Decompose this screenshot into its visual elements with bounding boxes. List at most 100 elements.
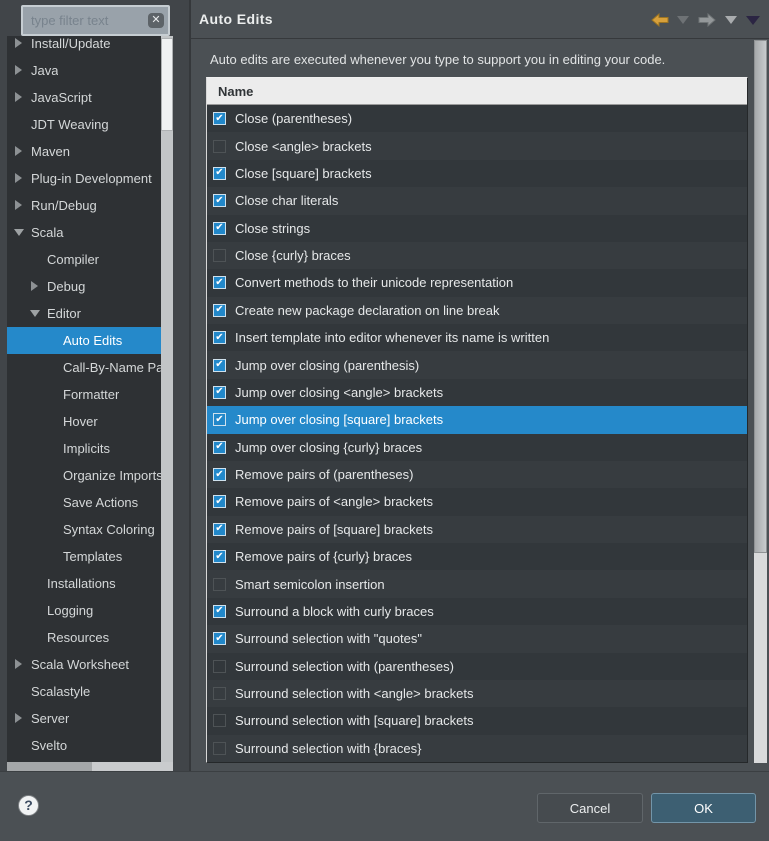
sidebar-item-organize-imports[interactable]: Organize Imports [7,462,173,489]
table-row[interactable]: ✔ Close [square] brackets [207,159,747,188]
table-row[interactable]: ✔ Close strings [207,214,747,242]
sidebar-item-scala[interactable]: Scala [7,219,166,246]
tree-horizontal-scrollbar[interactable] [7,762,173,771]
sidebar-item-server[interactable]: Server [7,705,166,732]
checkbox-checked-icon[interactable]: ✔ [213,632,226,646]
tree-collapsed-arrow-icon[interactable] [28,281,41,291]
sidebar-item-java[interactable]: Java [7,57,166,84]
tree-collapsed-arrow-icon[interactable] [12,200,25,210]
checkbox-checked-icon[interactable]: ✔ [213,303,226,317]
checkbox-checked-icon[interactable]: ✔ [213,468,226,482]
tree-expanded-arrow-icon[interactable] [28,310,41,317]
sidebar-item-templates[interactable]: Templates [7,543,173,570]
table-row[interactable]: ✔ Remove pairs of <angle> brackets [207,488,747,516]
back-icon[interactable] [651,13,669,27]
sidebar-item-javascript[interactable]: JavaScript [7,84,166,111]
page-vertical-scrollbar[interactable] [754,40,767,763]
sidebar-item-svelto[interactable]: Svelto [7,732,166,759]
sidebar-item-save-actions[interactable]: Save Actions [7,489,173,516]
table-row[interactable]: ✔ Remove pairs of (parentheses) [207,460,747,489]
sidebar-item-plug-in-development[interactable]: Plug-in Development [7,165,166,192]
tree-collapsed-arrow-icon[interactable] [12,38,25,48]
tree-collapsed-arrow-icon[interactable] [12,146,25,156]
table-row[interactable]: Surround selection with (parentheses) [207,652,747,680]
view-menu-icon[interactable] [746,15,760,25]
sidebar-item-installations[interactable]: Installations [7,570,173,597]
table-row[interactable]: ✔ Jump over closing {curly} braces [207,433,747,461]
sidebar-item-editor[interactable]: Editor [7,300,173,327]
back-dropdown-icon[interactable] [677,16,689,24]
clear-filter-icon[interactable]: ✕ [148,13,164,28]
tree-collapsed-arrow-icon[interactable] [12,713,25,723]
checkbox-checked-icon[interactable]: ✔ [213,604,226,618]
table-row[interactable]: ✔ Close char literals [207,187,747,215]
table-row[interactable]: Surround selection with <angle> brackets [207,679,747,708]
sidebar-item-call-by-name-parameters[interactable]: Call-By-Name Parameters [7,354,173,381]
table-row[interactable]: ✔ Remove pairs of [square] brackets [207,515,747,543]
table-row[interactable]: ✔ Create new package declaration on line … [207,296,747,324]
page-vertical-scrollbar-thumb[interactable] [754,40,767,553]
sidebar-item-resources[interactable]: Resources [7,624,173,651]
sidebar-item-scalastyle[interactable]: Scalastyle [7,678,166,705]
sidebar-item-jdt-weaving[interactable]: JDT Weaving [7,111,166,138]
table-row[interactable]: Close {curly} braces [207,241,747,270]
tree-expanded-arrow-icon[interactable] [12,229,25,236]
table-row[interactable]: ✔ Jump over closing (parenthesis) [207,351,747,379]
sidebar-item-run-debug[interactable]: Run/Debug [7,192,166,219]
checkbox-checked-icon[interactable]: ✔ [213,331,226,345]
table-row[interactable]: ✔ Close (parentheses) [207,105,747,133]
tree-collapsed-arrow-icon[interactable] [12,65,25,75]
sidebar-item-maven[interactable]: Maven [7,138,166,165]
table-row[interactable]: ✔ Surround selection with "quotes" [207,625,747,653]
checkbox-checked-icon[interactable]: ✔ [213,550,226,564]
checkbox-unchecked-icon[interactable] [213,139,226,153]
tree-collapsed-arrow-icon[interactable] [12,92,25,102]
sidebar-item-auto-edits[interactable]: Auto Edits [7,326,173,354]
sidebar-item-hover[interactable]: Hover [7,408,173,435]
checkbox-unchecked-icon[interactable] [213,741,226,755]
ok-button[interactable]: OK [651,793,756,823]
checkbox-checked-icon[interactable]: ✔ [213,276,226,290]
tree-vertical-scrollbar[interactable] [161,36,173,762]
table-header-name[interactable]: Name [207,78,747,105]
checkbox-unchecked-icon[interactable] [213,687,226,701]
checkbox-checked-icon[interactable]: ✔ [213,221,226,235]
checkbox-checked-icon[interactable]: ✔ [213,522,226,536]
checkbox-unchecked-icon[interactable] [213,577,226,591]
checkbox-unchecked-icon[interactable] [213,249,226,263]
help-button[interactable]: ? [18,795,39,816]
tree-collapsed-arrow-icon[interactable] [12,173,25,183]
sidebar-item-formatter[interactable]: Formatter [7,381,173,408]
sidebar-item-syntax-coloring[interactable]: Syntax Coloring [7,516,173,543]
table-row[interactable]: ✔ Remove pairs of {curly} braces [207,543,747,571]
table-row[interactable]: ✔ Jump over closing <angle> brackets [207,378,747,407]
sidebar-item-install-update[interactable]: Install/Update [7,36,166,57]
checkbox-checked-icon[interactable]: ✔ [213,166,226,180]
table-row[interactable]: Surround selection with {braces} [207,734,747,762]
tree-collapsed-arrow-icon[interactable] [12,659,25,669]
table-row[interactable]: Smart semicolon insertion [207,570,747,598]
tree-horizontal-scrollbar-thumb[interactable] [7,762,92,771]
table-row[interactable]: Surround selection with [square] bracket… [207,707,747,735]
table-row[interactable]: Close <angle> brackets [207,132,747,160]
sidebar-item-scala-worksheet[interactable]: Scala Worksheet [7,651,166,678]
sidebar-item-implicits[interactable]: Implicits [7,435,173,462]
forward-icon[interactable] [698,13,716,27]
sidebar-item-logging[interactable]: Logging [7,597,173,624]
checkbox-checked-icon[interactable]: ✔ [213,440,226,454]
table-row[interactable]: ✔ Insert template into editor whenever it… [207,324,747,352]
checkbox-checked-icon[interactable]: ✔ [213,194,226,208]
checkbox-checked-icon[interactable]: ✔ [213,495,226,509]
table-row[interactable]: ✔ Surround a block with curly braces [207,597,747,626]
sidebar-item-debug[interactable]: Debug [7,273,173,300]
table-row[interactable]: ✔ Jump over closing [square] brackets [207,406,747,434]
sidebar-item-compiler[interactable]: Compiler [7,246,173,273]
checkbox-unchecked-icon[interactable] [213,659,226,673]
checkbox-unchecked-icon[interactable] [213,714,226,728]
forward-dropdown-icon[interactable] [725,16,737,24]
checkbox-checked-icon[interactable]: ✔ [213,112,226,126]
table-row[interactable]: ✔ Convert methods to their unicode repres… [207,269,747,297]
checkbox-checked-icon[interactable]: ✔ [213,413,226,427]
tree-vertical-scrollbar-thumb[interactable] [161,38,173,131]
checkbox-checked-icon[interactable]: ✔ [213,358,226,372]
